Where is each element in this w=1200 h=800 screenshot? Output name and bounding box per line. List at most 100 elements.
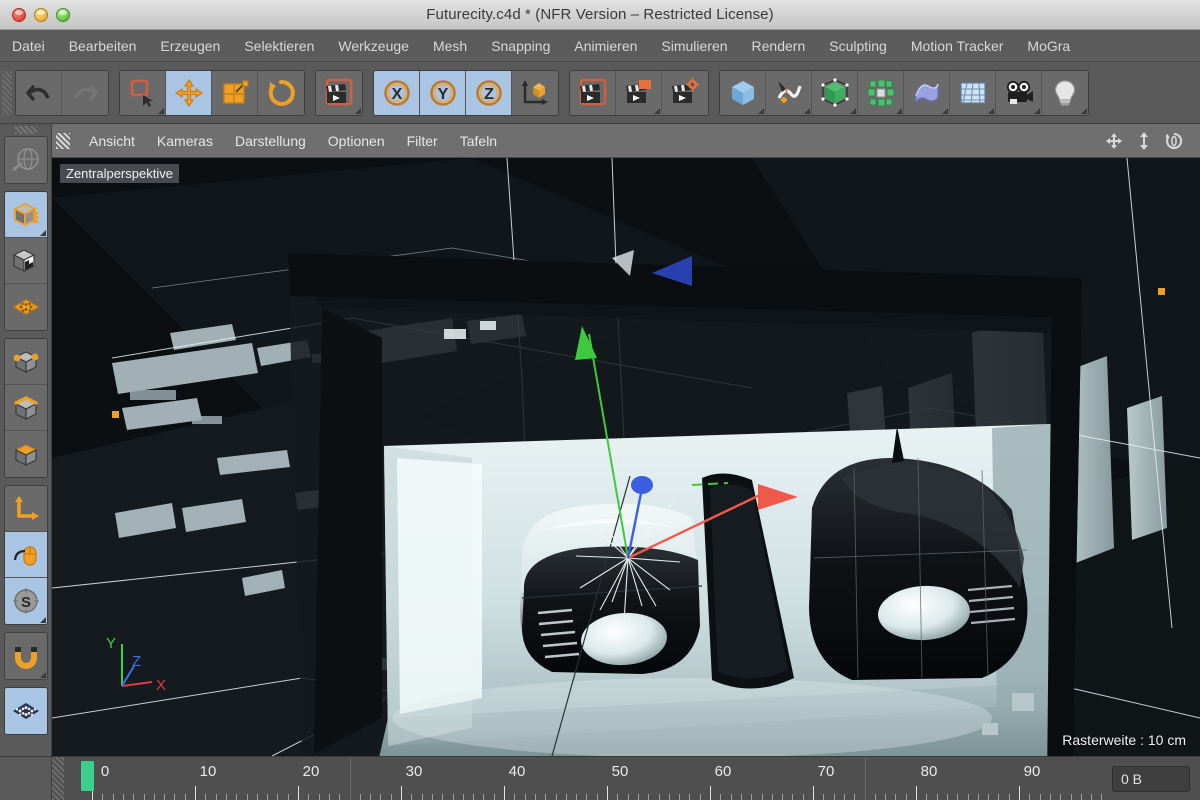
point-mode-button[interactable] — [4, 339, 47, 385]
texture-mode-icon — [11, 246, 41, 276]
mograph-cloner-button[interactable] — [858, 70, 904, 115]
enable-axis-modification-button[interactable] — [4, 486, 47, 532]
svg-text:S: S — [20, 594, 30, 611]
timeline-ruler[interactable]: 0102030405060708090100 — [64, 757, 1102, 800]
timeline-playhead[interactable] — [81, 761, 94, 791]
viewport-menu-optionen[interactable]: Optionen — [317, 124, 396, 158]
environment-floor-button[interactable] — [950, 70, 996, 115]
timeline-label: 10 — [199, 763, 217, 780]
timeline-minor-tick — [225, 794, 227, 800]
lock-z-axis-button[interactable]: Z — [466, 70, 512, 115]
lock-x-axis-button[interactable]: X — [374, 70, 420, 115]
menu-item-mesh[interactable]: Mesh — [421, 30, 479, 61]
timeline-minor-tick — [792, 794, 794, 800]
viewport-drag-handle[interactable] — [56, 132, 70, 149]
expand-corner-icon[interactable] — [758, 107, 764, 114]
light-button[interactable] — [1042, 70, 1088, 115]
menu-item-werkzeuge[interactable]: Werkzeuge — [326, 30, 421, 61]
scale-tool-icon — [220, 78, 250, 108]
menu-item-selektieren[interactable]: Selektieren — [232, 30, 326, 61]
redo-icon — [70, 78, 100, 108]
expand-corner-icon[interactable] — [942, 107, 948, 114]
viewport-menu-tafeln[interactable]: Tafeln — [449, 124, 508, 158]
record-active-object-button[interactable] — [316, 70, 362, 115]
record-keyframe-button[interactable] — [570, 70, 616, 115]
make-editable-button[interactable] — [4, 137, 47, 183]
viewport-solo-mouse-button[interactable] — [4, 532, 47, 578]
viewport-menu-ansicht[interactable]: Ansicht — [78, 124, 146, 158]
menu-item-erzeugen[interactable]: Erzeugen — [148, 30, 232, 61]
sidebar-group-components — [3, 338, 48, 478]
move-tool-button[interactable] — [166, 70, 212, 115]
soft-selection-button[interactable]: S — [4, 578, 47, 624]
menu-item-simulieren[interactable]: Simulieren — [649, 30, 739, 61]
pan-view-icon[interactable] — [1104, 131, 1124, 151]
rotate-tool-button[interactable] — [258, 70, 304, 115]
undo-button[interactable] — [16, 70, 62, 115]
polygon-mode-button[interactable] — [4, 431, 47, 477]
current-frame-field[interactable]: 0 B — [1112, 765, 1190, 792]
texture-mode-button[interactable] — [4, 238, 47, 284]
timeline-minor-tick — [720, 794, 722, 800]
timeline-minor-tick — [205, 794, 207, 800]
world-object-coordinates-button[interactable] — [512, 70, 558, 115]
3d-viewport[interactable]: Zentralperspektive Rasterweite : 10 cm Y… — [52, 158, 1200, 756]
scale-tool-button[interactable] — [212, 70, 258, 115]
expand-corner-icon[interactable] — [654, 107, 660, 114]
timeline-drag-handle[interactable] — [52, 757, 64, 800]
menu-item-motion-tracker[interactable]: Motion Tracker — [899, 30, 1016, 61]
sidebar-group-make-editable — [3, 136, 48, 184]
timeline-minor-tick — [823, 794, 825, 800]
snap-magnet-button[interactable] — [4, 633, 47, 679]
menu-item-snapping[interactable]: Snapping — [479, 30, 562, 61]
workplane-grid-button[interactable] — [4, 688, 47, 734]
expand-corner-icon[interactable] — [850, 107, 856, 114]
dolly-view-icon[interactable] — [1134, 131, 1154, 151]
expand-corner-icon[interactable] — [39, 672, 46, 678]
viewport-menu-darstellung[interactable]: Darstellung — [224, 124, 317, 158]
viewport-menu-filter[interactable]: Filter — [396, 124, 449, 158]
autokeying-button[interactable] — [616, 70, 662, 115]
menu-item-mogra[interactable]: MoGra — [1015, 30, 1082, 61]
viewport-menu-kameras[interactable]: Kameras — [146, 124, 224, 158]
expand-corner-icon[interactable] — [1034, 107, 1040, 114]
menu-item-rendern[interactable]: Rendern — [740, 30, 818, 61]
spline-pen-button[interactable] — [766, 70, 812, 115]
timeline-minor-tick — [668, 794, 670, 800]
menu-item-datei[interactable]: Datei — [0, 30, 57, 61]
timeline-minor-tick — [184, 794, 186, 800]
timeline-minor-tick — [421, 794, 423, 800]
edge-mode-button[interactable] — [4, 385, 47, 431]
menu-item-bearbeiten[interactable]: Bearbeiten — [57, 30, 149, 61]
expand-corner-icon[interactable] — [988, 107, 994, 114]
timeline-minor-tick — [112, 794, 114, 800]
timeline-label: 80 — [920, 763, 938, 780]
toolbar-drag-handle[interactable] — [2, 70, 12, 115]
expand-corner-icon[interactable] — [158, 107, 164, 114]
timeline-minor-tick — [246, 794, 248, 800]
workplane-mode-button[interactable] — [4, 284, 47, 330]
expand-corner-icon[interactable] — [896, 107, 902, 114]
soft-selection-icon: S — [11, 586, 41, 616]
cube-primitive-icon — [728, 78, 758, 108]
expand-corner-icon[interactable] — [39, 617, 46, 623]
expand-corner-icon[interactable] — [1081, 107, 1087, 114]
cube-primitive-button[interactable] — [720, 70, 766, 115]
expand-corner-icon[interactable] — [39, 230, 46, 236]
object-mode-button[interactable] — [4, 192, 47, 238]
rotate-view-icon[interactable] — [1164, 131, 1184, 151]
timeline-minor-tick — [328, 794, 330, 800]
menu-item-animieren[interactable]: Animieren — [562, 30, 649, 61]
expand-corner-icon[interactable] — [355, 107, 361, 114]
expand-corner-icon[interactable] — [804, 107, 810, 114]
keyframe-selection-button[interactable] — [662, 70, 708, 115]
timeline-minor-tick — [514, 794, 516, 800]
redo-button[interactable] — [62, 70, 108, 115]
menu-item-sculpting[interactable]: Sculpting — [817, 30, 899, 61]
deformer-bend-button[interactable] — [904, 70, 950, 115]
lock-y-axis-button[interactable]: Y — [420, 70, 466, 115]
subdivision-surface-button[interactable] — [812, 70, 858, 115]
camera-button[interactable] — [996, 70, 1042, 115]
select-tool-button[interactable] — [120, 70, 166, 115]
sidebar-drag-handle[interactable] — [14, 126, 37, 134]
